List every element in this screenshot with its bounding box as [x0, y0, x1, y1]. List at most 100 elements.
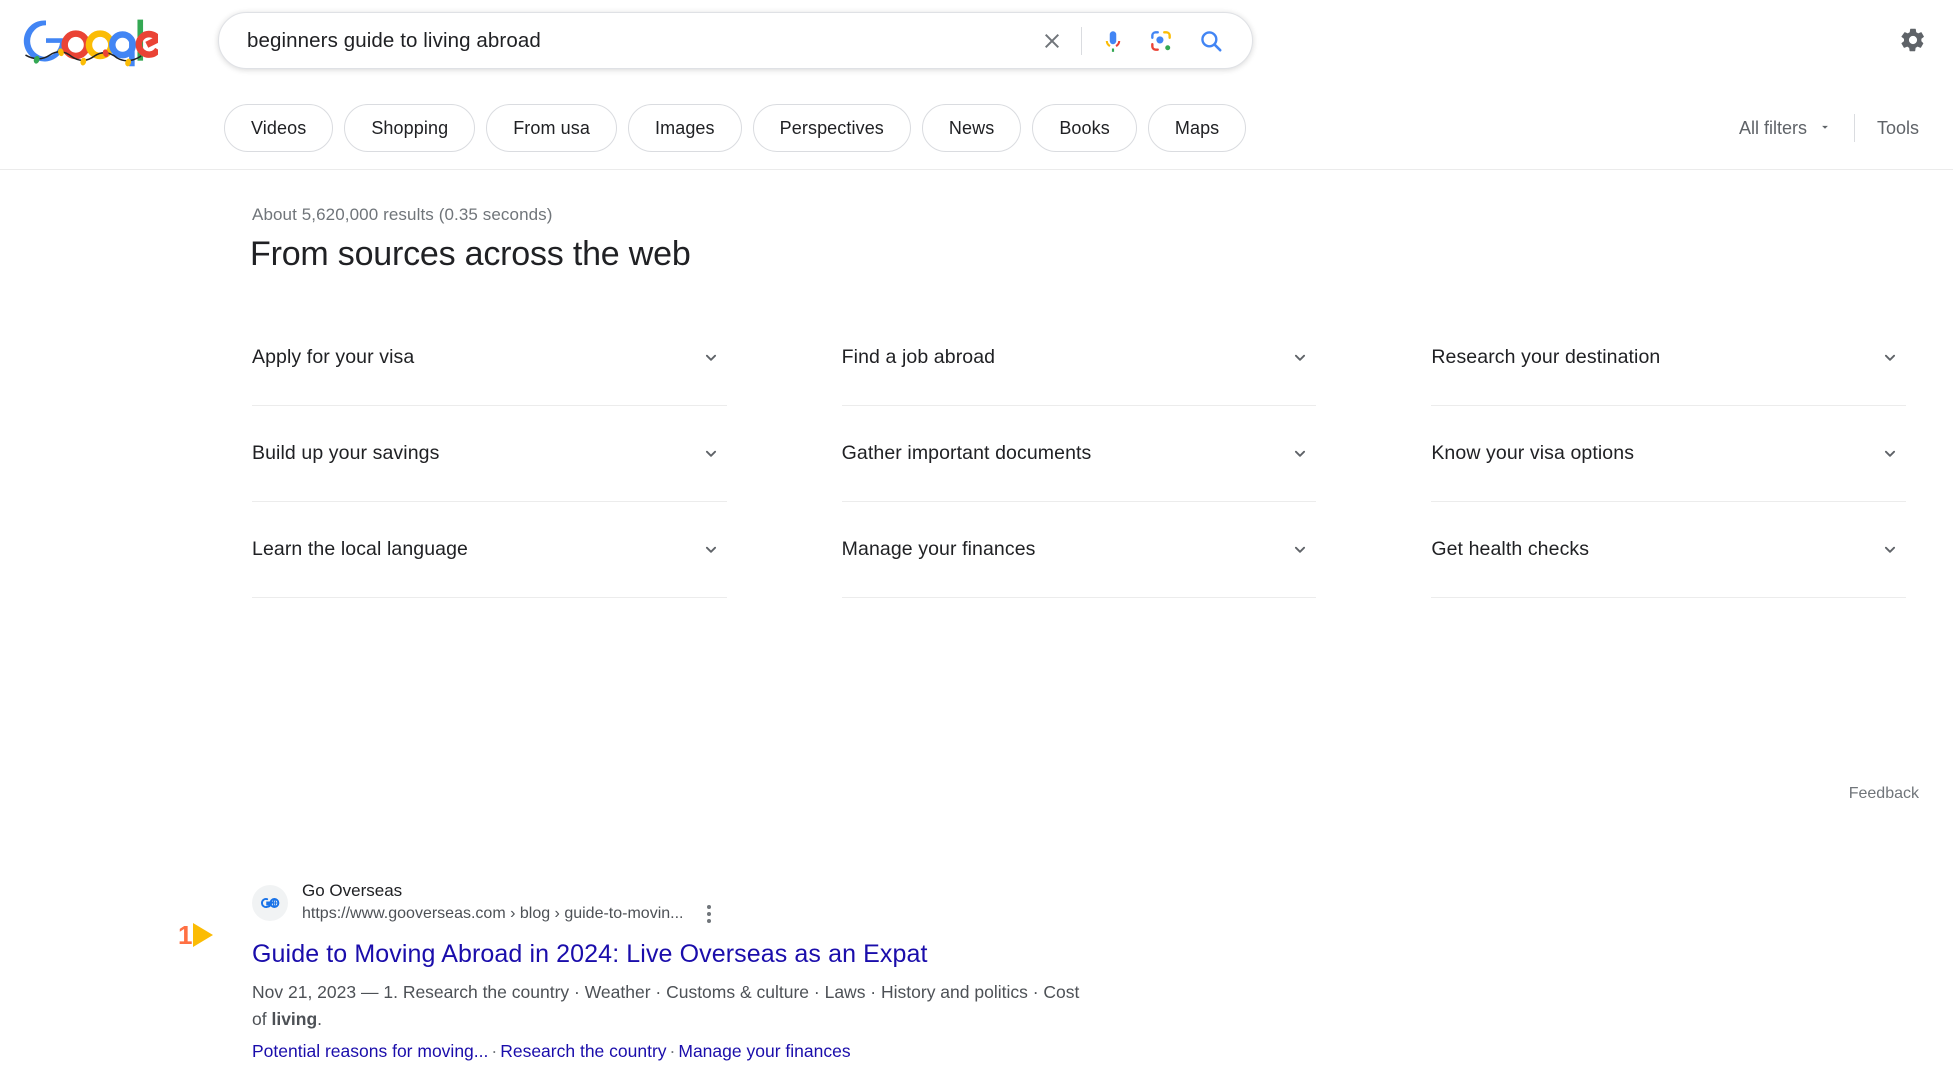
chip-label: Books [1059, 117, 1110, 138]
chevron-down-icon-svg [1884, 354, 1896, 361]
feedback-link[interactable]: Feedback [1849, 785, 1919, 803]
chip-label: Videos [251, 117, 307, 138]
chevron-down-icon[interactable] [1878, 442, 1902, 466]
close-icon[interactable] [1031, 20, 1073, 62]
filter-chip-videos[interactable]: Videos [224, 104, 334, 152]
microphone-icon[interactable] [1092, 20, 1134, 62]
result-url: https://www.gooverseas.com › blog › guid… [302, 905, 684, 922]
filter-chip-images[interactable]: Images [628, 104, 742, 152]
google-logo-svg [23, 19, 163, 67]
accordion-label: Gather important documents [841, 442, 1092, 464]
kebab-menu-icon[interactable] [698, 903, 720, 925]
site-meta: Go Overseas https://www.gooverseas.com ›… [302, 880, 720, 925]
annotation-number: 1 [178, 920, 193, 950]
accordion-item-research-your-destination[interactable]: Research your destination [1431, 310, 1906, 406]
google-lens-camera-icon[interactable] [1140, 20, 1182, 62]
chevron-down-icon [1818, 118, 1832, 139]
chevron-down-icon[interactable] [1878, 538, 1902, 562]
search-header: Videos Shopping From usa Images Perspect… [0, 0, 1953, 170]
all-filters-label: All filters [1738, 117, 1807, 138]
chip-label: Images [655, 117, 715, 138]
gear-icon-svg [1901, 28, 1924, 52]
sitelink-separator: · [669, 1041, 676, 1061]
chevron-down-icon-svg [705, 546, 716, 553]
lens-icon-svg [1151, 30, 1171, 51]
site-url-row: https://www.gooverseas.com › blog › guid… [302, 903, 720, 925]
accordion-item-manage-your-finances[interactable]: Manage your finances [841, 502, 1317, 598]
accordion-label: Apply for your visa [252, 346, 415, 368]
chevron-down-icon-svg [1884, 450, 1896, 457]
accordion-item-build-up-your-savings[interactable]: Build up your savings [252, 406, 727, 502]
search-icon[interactable] [1190, 20, 1232, 62]
settings-gear-icon[interactable] [1895, 22, 1931, 58]
kebab-dot [706, 919, 711, 923]
chevron-down-icon-svg [1295, 354, 1306, 361]
chevron-down-icon-svg [1822, 125, 1828, 129]
chevron-down-icon[interactable] [699, 346, 723, 370]
accordion-label: Manage your finances [841, 538, 1036, 560]
search-input[interactable] [245, 27, 1031, 54]
accordion-item-gather-important-documents[interactable]: Gather important documents [841, 406, 1317, 502]
chevron-down-icon-svg [1884, 546, 1896, 553]
accordion-label: Know your visa options [1431, 442, 1635, 464]
snippet-text-after: . [317, 1009, 323, 1029]
accordion-item-learn-the-local-language[interactable]: Learn the local language [252, 502, 727, 598]
tools-button[interactable]: Tools [1855, 118, 1919, 139]
chip-label: Maps [1174, 117, 1220, 138]
chevron-down-icon[interactable] [699, 538, 723, 562]
snippet-highlight: living [271, 1009, 318, 1029]
snippet-dash: — [360, 982, 379, 1002]
favicon-go-overseas [252, 884, 288, 921]
accordion-label: Get health checks [1431, 538, 1590, 560]
result-snippet: Nov 21, 2023 — 1. Research the country ·… [252, 979, 1092, 1033]
accordion-item-know-your-visa-options[interactable]: Know your visa options [1431, 406, 1906, 502]
search-bar[interactable] [218, 12, 1253, 69]
accordion-label: Build up your savings [252, 442, 440, 464]
filter-chip-books[interactable]: Books [1032, 104, 1137, 152]
chip-label: Perspectives [779, 117, 884, 138]
chevron-down-icon[interactable] [1288, 538, 1312, 562]
result-sitelinks: Potential reasons for moving... · Research… [252, 1038, 1112, 1065]
chevron-down-icon[interactable] [1878, 346, 1902, 370]
filter-chip-news[interactable]: News [921, 104, 1022, 152]
result-title-link[interactable]: Guide to Moving Abroad in 2024: Live Ove… [252, 938, 1112, 970]
chevron-down-icon-svg [1295, 546, 1306, 553]
chevron-down-icon[interactable] [1288, 442, 1312, 466]
accordion-item-get-health-checks[interactable]: Get health checks [1431, 502, 1906, 598]
chevron-down-icon-svg [1295, 450, 1306, 457]
google-logo[interactable] [18, 14, 163, 70]
go-overseas-logo-icon [261, 897, 280, 908]
annotation-marker-1: 1 [178, 920, 214, 950]
search-result-item: Go Overseas https://www.gooverseas.com ›… [252, 880, 1112, 1065]
accordion-item-find-a-job-abroad[interactable]: Find a job abroad [841, 310, 1317, 406]
chevron-down-icon[interactable] [1288, 346, 1312, 370]
tools-label: Tools [1876, 117, 1919, 138]
chip-label: From usa [513, 117, 591, 138]
sitelink-separator: · [491, 1041, 498, 1061]
filter-chip-from-usa[interactable]: From usa [486, 104, 618, 152]
all-filters-button[interactable]: All filters [1739, 118, 1854, 139]
page-title: From sources across the web [250, 235, 691, 273]
kebab-dot [706, 912, 711, 916]
sitelink-manage-your-finances[interactable]: Manage your finances [678, 1041, 850, 1061]
accordion-item-apply-for-your-visa[interactable]: Apply for your visa [252, 310, 727, 406]
header-tools: All filters Tools [1739, 104, 1919, 152]
filter-chip-perspectives[interactable]: Perspectives [752, 104, 911, 152]
microphone-icon-svg [1105, 30, 1121, 52]
filter-chips: Videos Shopping From usa Images Perspect… [224, 104, 1247, 152]
site-name: Go Overseas [302, 881, 403, 900]
accordion-label: Find a job abroad [841, 346, 996, 368]
play-triangle-marker-icon [193, 923, 214, 947]
search-divider [1081, 26, 1082, 55]
sitelink-research-the-country[interactable]: Research the country [500, 1041, 666, 1061]
filter-chip-maps[interactable]: Maps [1147, 104, 1247, 152]
chevron-down-icon-svg [705, 450, 716, 457]
sitelink-potential-reasons[interactable]: Potential reasons for moving... [252, 1041, 488, 1061]
snippet-date: Nov 21, 2023 [252, 982, 357, 1002]
filter-chip-shopping[interactable]: Shopping [344, 104, 476, 152]
close-icon-svg [1045, 33, 1059, 48]
chevron-down-icon-svg [705, 354, 716, 361]
result-header: Go Overseas https://www.gooverseas.com ›… [252, 880, 1112, 925]
chevron-down-icon[interactable] [699, 442, 723, 466]
sources-accordion-grid: Apply for your visa Find a job abroad Re… [252, 310, 1906, 598]
